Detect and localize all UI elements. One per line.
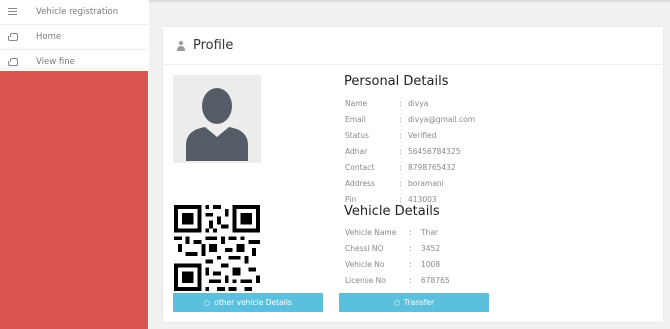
detail-value: Thar (421, 227, 439, 237)
top-divider (149, 0, 670, 2)
other-vehicle-details-button[interactable]: other vehicle Details (173, 293, 323, 312)
detail-row-chessi-no: Chessi NO : 3452 (345, 241, 440, 255)
user-silhouette-icon (186, 88, 248, 161)
menu-icon (8, 8, 18, 16)
avatar (173, 75, 261, 163)
detail-key: Adhar (345, 146, 368, 156)
detail-key: Address (345, 178, 375, 188)
detail-separator: : (399, 146, 402, 156)
sidebar-item-home[interactable]: Home (0, 25, 148, 50)
qr-code (173, 205, 261, 291)
sidebar-item-vehicle-registration[interactable]: Vehicle registration (0, 0, 148, 25)
detail-row-status: Status : Verified (345, 128, 436, 142)
detail-row-name: Name : divya (345, 96, 428, 110)
button-label: Transfer (403, 298, 435, 307)
detail-key: License No (345, 275, 386, 285)
detail-row-vehicle-no: Vehicle No : 1008 (345, 257, 440, 271)
detail-key: Email (345, 114, 366, 124)
detail-key: Status (345, 130, 369, 140)
detail-separator: : (409, 227, 412, 237)
detail-separator: : (399, 162, 402, 172)
detail-separator: : (399, 194, 402, 204)
detail-value: divya@gmail.com (408, 114, 476, 124)
profile-card: Profile Personal Details Name: divya Em… (163, 27, 663, 322)
detail-row-contact: Contact : 8798765432 (345, 160, 456, 174)
detail-key: Name (345, 98, 368, 108)
inbox-icon (8, 33, 18, 41)
detail-separator: : (409, 243, 412, 253)
detail-value: 678765 (421, 275, 450, 285)
detail-separator: : (409, 275, 412, 285)
detail-value: boramani (408, 178, 444, 188)
detail-row-address: Address : boramani (345, 176, 444, 190)
detail-separator: : (399, 178, 402, 188)
detail-separator: : (399, 130, 402, 140)
transfer-button[interactable]: Transfer (339, 293, 489, 312)
detail-key: Vehicle No (345, 259, 385, 269)
detail-separator: : (399, 114, 402, 124)
user-icon (177, 40, 185, 51)
personal-details-heading: Personal Details (344, 74, 449, 89)
detail-value: divya (408, 98, 429, 108)
profile-header: Profile (163, 27, 663, 65)
gear-icon (393, 299, 400, 306)
sidebar-background-panel (0, 71, 148, 329)
detail-value: 56456784325 (408, 146, 461, 156)
sidebar-item-label: Home (36, 32, 62, 42)
sidebar: Vehicle registration Home View fine (0, 0, 148, 329)
sidebar-item-label: View fine (36, 57, 75, 67)
detail-separator: : (409, 259, 412, 269)
detail-value: Verified (408, 130, 437, 140)
detail-row-vehicle-name: Vehicle Name : Thar (345, 225, 438, 239)
vehicle-details-heading: Vehicle Details (344, 204, 440, 219)
detail-row-adhar: Adhar : 56456784325 (345, 144, 461, 158)
detail-key: Contact (345, 162, 375, 172)
detail-value: 413003 (408, 194, 437, 204)
detail-value: 3452 (421, 243, 441, 253)
inbox-icon (8, 58, 18, 66)
detail-key: Vehicle Name (345, 227, 397, 237)
detail-row-license-no: License No : 678765 (345, 273, 450, 287)
gear-icon (204, 299, 211, 306)
detail-key: Pin (345, 194, 357, 204)
detail-value: 1008 (421, 259, 441, 269)
page-title: Profile (193, 38, 234, 53)
detail-separator: : (399, 98, 402, 108)
button-label: other vehicle Details (214, 298, 292, 307)
detail-row-email: Email : divya@gmail.com (345, 112, 475, 126)
detail-key: Chessi NO (345, 243, 384, 253)
sidebar-item-label: Vehicle registration (36, 7, 119, 17)
detail-value: 8798765432 (408, 162, 456, 172)
